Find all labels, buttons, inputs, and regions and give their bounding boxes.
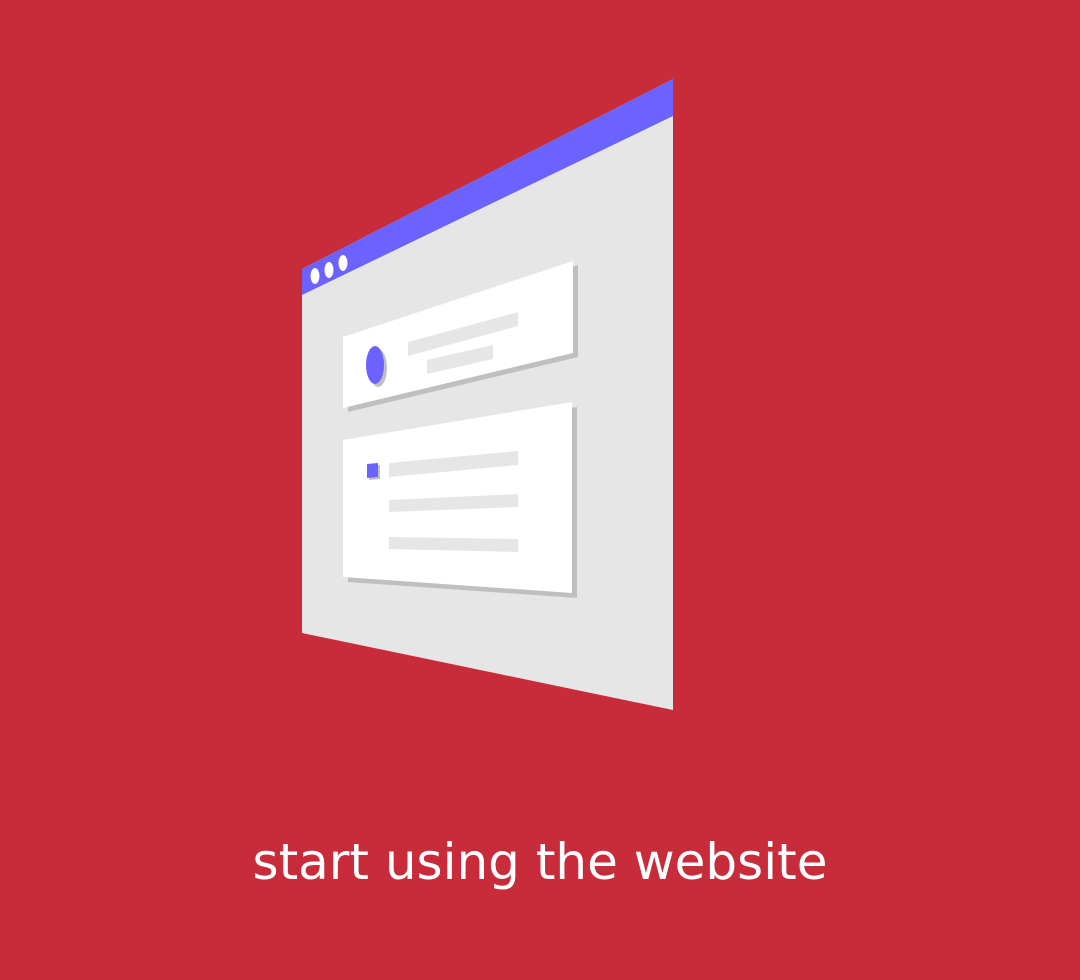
window-control-dot xyxy=(324,262,334,278)
checkbox-placeholder-icon xyxy=(367,463,378,478)
window-control-dot xyxy=(310,268,320,284)
slide-caption: start using the website xyxy=(252,833,828,891)
onboarding-slide: start using the website xyxy=(0,0,1080,980)
window-control-dot xyxy=(338,255,348,271)
avatar-placeholder-icon xyxy=(366,346,384,384)
